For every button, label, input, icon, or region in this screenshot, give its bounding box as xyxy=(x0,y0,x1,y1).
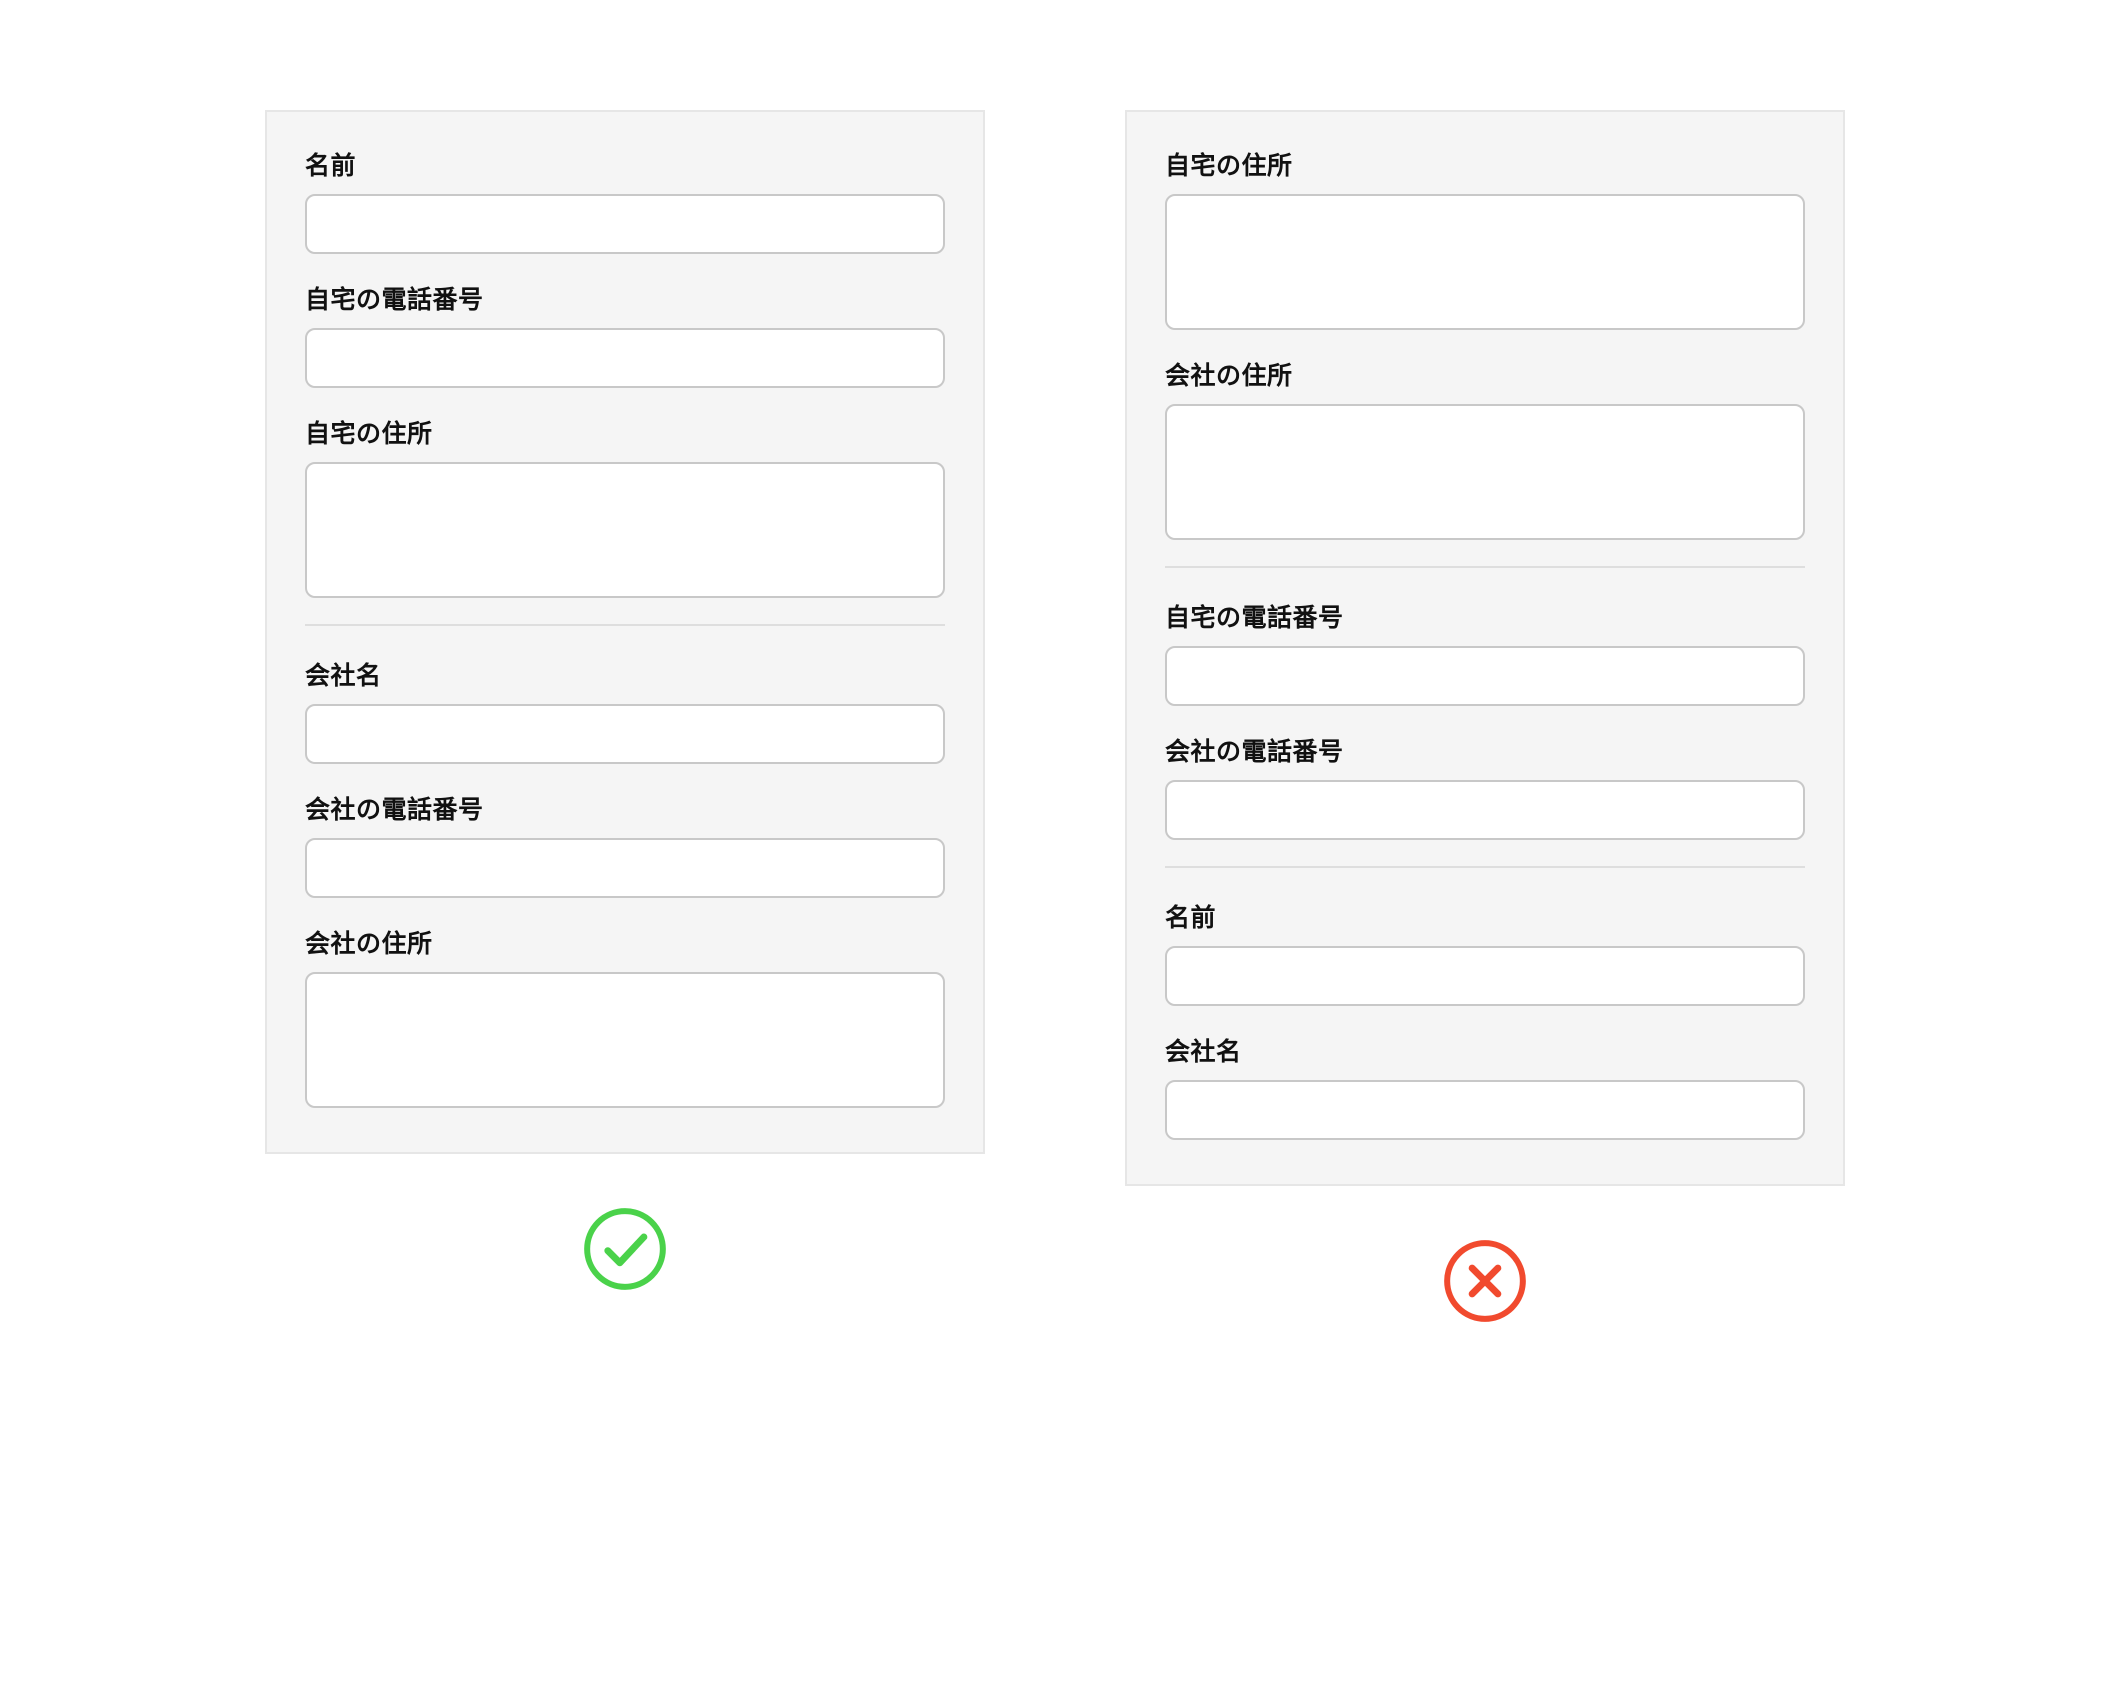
bad-example-column: 自宅の住所 会社の住所 自宅の電話番号 会社の電話番号 xyxy=(1125,110,1845,1324)
input-name[interactable] xyxy=(305,194,945,254)
bad-form-panel: 自宅の住所 会社の住所 自宅の電話番号 会社の電話番号 xyxy=(1125,110,1845,1186)
example-canvas: 名前 自宅の電話番号 自宅の住所 会社名 会社の xyxy=(0,0,2110,1698)
input-company-name-b[interactable] xyxy=(1165,1080,1805,1140)
label-home-address: 自宅の住所 xyxy=(305,414,945,450)
input-company-phone[interactable] xyxy=(305,838,945,898)
input-home-address-b[interactable] xyxy=(1165,194,1805,330)
group-divider xyxy=(305,624,945,626)
good-example-column: 名前 自宅の電話番号 自宅の住所 会社名 会社の xyxy=(265,110,985,1324)
good-status-row xyxy=(582,1206,668,1292)
label-name: 名前 xyxy=(305,146,945,182)
field-name: 名前 xyxy=(305,146,945,254)
checkmark-icon xyxy=(582,1206,668,1292)
label-name-b: 名前 xyxy=(1165,898,1805,934)
label-company-address-b: 会社の住所 xyxy=(1165,356,1805,392)
label-company-phone-b: 会社の電話番号 xyxy=(1165,732,1805,768)
field-company-name-b: 会社名 xyxy=(1165,1032,1805,1140)
field-company-address-b: 会社の住所 xyxy=(1165,356,1805,540)
field-company-address: 会社の住所 xyxy=(305,924,945,1108)
input-home-address[interactable] xyxy=(305,462,945,598)
group-divider-b1 xyxy=(1165,566,1805,568)
group-divider-b2 xyxy=(1165,866,1805,868)
input-company-name[interactable] xyxy=(305,704,945,764)
label-home-phone-b: 自宅の電話番号 xyxy=(1165,598,1805,634)
input-name-b[interactable] xyxy=(1165,946,1805,1006)
input-company-phone-b[interactable] xyxy=(1165,780,1805,840)
good-form-panel: 名前 自宅の電話番号 自宅の住所 会社名 会社の xyxy=(265,110,985,1154)
label-home-address-b: 自宅の住所 xyxy=(1165,146,1805,182)
label-company-address: 会社の住所 xyxy=(305,924,945,960)
label-company-phone: 会社の電話番号 xyxy=(305,790,945,826)
field-company-phone: 会社の電話番号 xyxy=(305,790,945,898)
field-company-name: 会社名 xyxy=(305,656,945,764)
input-company-address-b[interactable] xyxy=(1165,404,1805,540)
field-company-phone-b: 会社の電話番号 xyxy=(1165,732,1805,840)
field-home-address-b: 自宅の住所 xyxy=(1165,146,1805,330)
input-home-phone[interactable] xyxy=(305,328,945,388)
field-name-b: 名前 xyxy=(1165,898,1805,1006)
input-company-address[interactable] xyxy=(305,972,945,1108)
field-home-phone-b: 自宅の電話番号 xyxy=(1165,598,1805,706)
input-home-phone-b[interactable] xyxy=(1165,646,1805,706)
label-company-name-b: 会社名 xyxy=(1165,1032,1805,1068)
label-company-name: 会社名 xyxy=(305,656,945,692)
label-home-phone: 自宅の電話番号 xyxy=(305,280,945,316)
field-home-address: 自宅の住所 xyxy=(305,414,945,598)
field-home-phone: 自宅の電話番号 xyxy=(305,280,945,388)
bad-status-row xyxy=(1442,1238,1528,1324)
cross-icon xyxy=(1442,1238,1528,1324)
